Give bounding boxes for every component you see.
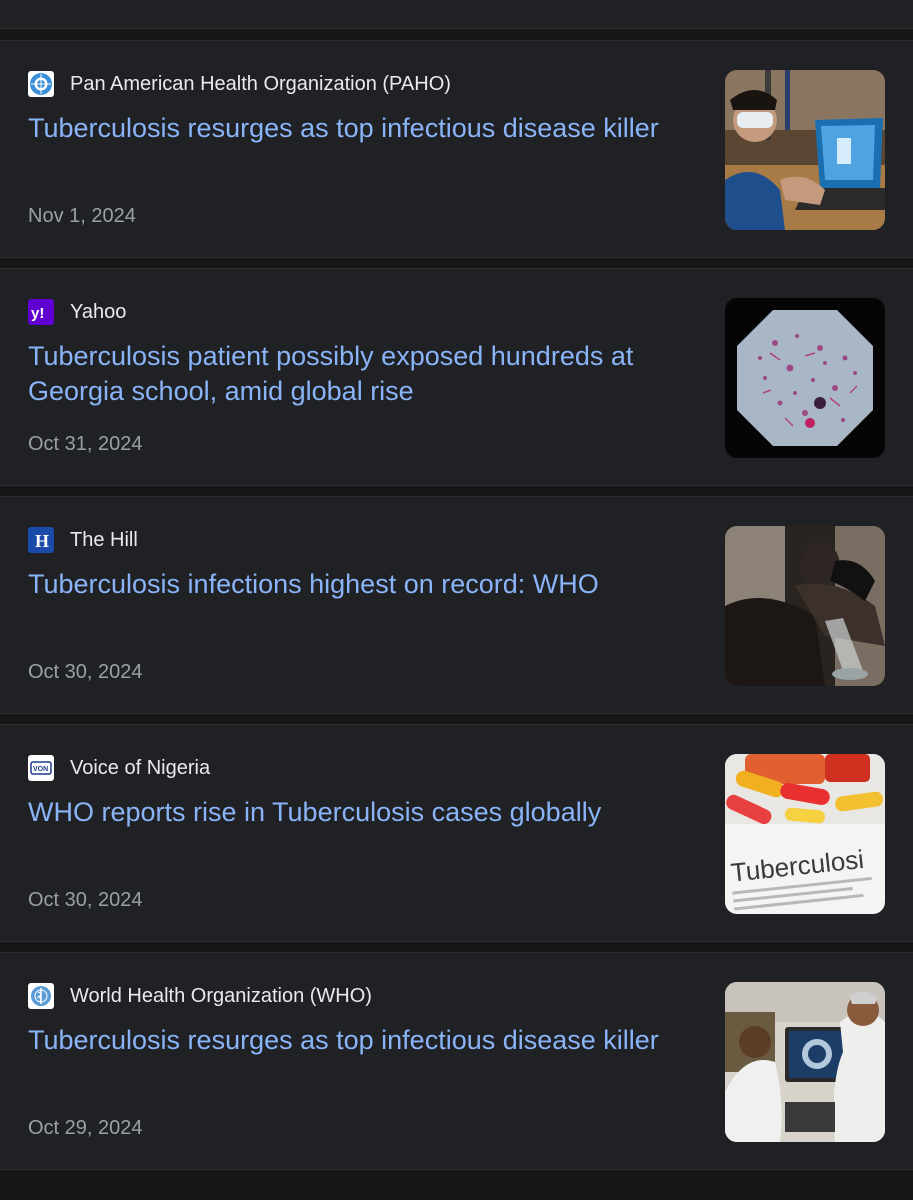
news-card[interactable]: World Health Organization (WHO) Tubercul… — [0, 952, 913, 1170]
who-emblem-icon — [28, 983, 54, 1009]
article-thumbnail[interactable] — [725, 982, 885, 1142]
svg-text:VON: VON — [33, 766, 48, 773]
headline-link[interactable]: Tuberculosis resurges as top infectious … — [28, 111, 698, 146]
article-thumbnail[interactable] — [725, 526, 885, 686]
source-row: H The Hill — [28, 527, 138, 553]
article-thumbnail[interactable] — [725, 298, 885, 458]
globe-laurel-icon — [28, 71, 54, 97]
source-row: VON Voice of Nigeria — [28, 755, 210, 781]
publish-date: Oct 30, 2024 — [28, 661, 143, 683]
source-name: Pan American Health Organization (PAHO) — [70, 73, 451, 95]
headline-link[interactable]: Tuberculosis patient possibly exposed hu… — [28, 339, 698, 409]
article-thumbnail[interactable] — [725, 70, 885, 230]
source-row: y! Yahoo — [28, 299, 126, 325]
previous-card-edge — [0, 0, 913, 29]
headline-link[interactable]: WHO reports rise in Tuberculosis cases g… — [28, 795, 698, 830]
svg-text:H: H — [35, 531, 49, 551]
news-card[interactable]: H The Hill Tuberculosis infections highe… — [0, 496, 913, 714]
publish-date: Oct 30, 2024 — [28, 889, 143, 911]
news-card[interactable]: VON Voice of Nigeria WHO reports rise in… — [0, 724, 913, 942]
news-feed: Pan American Health Organization (PAHO) … — [0, 40, 913, 1180]
headline-link[interactable]: Tuberculosis resurges as top infectious … — [28, 1023, 698, 1058]
the-hill-logo-icon: H — [28, 527, 54, 553]
publish-date: Oct 31, 2024 — [28, 433, 143, 455]
news-card[interactable]: Pan American Health Organization (PAHO) … — [0, 40, 913, 258]
source-name: Yahoo — [70, 301, 127, 323]
headline-link[interactable]: Tuberculosis infections highest on recor… — [28, 567, 698, 602]
publish-date: Nov 1, 2024 — [28, 205, 136, 227]
source-name: The Hill — [70, 529, 138, 551]
news-card[interactable]: y! Yahoo Tuberculosis patient possibly e… — [0, 268, 913, 486]
publish-date: Oct 29, 2024 — [28, 1117, 143, 1139]
source-row: Pan American Health Organization (PAHO) — [28, 71, 451, 97]
von-logo-icon: VON — [28, 755, 54, 781]
article-thumbnail[interactable]: Tuberculosi — [725, 754, 885, 914]
source-row: World Health Organization (WHO) — [28, 983, 372, 1009]
source-name: World Health Organization (WHO) — [70, 985, 372, 1007]
yahoo-logo-icon: y! — [28, 299, 54, 325]
svg-text:y!: y! — [31, 305, 44, 322]
source-name: Voice of Nigeria — [70, 757, 211, 779]
